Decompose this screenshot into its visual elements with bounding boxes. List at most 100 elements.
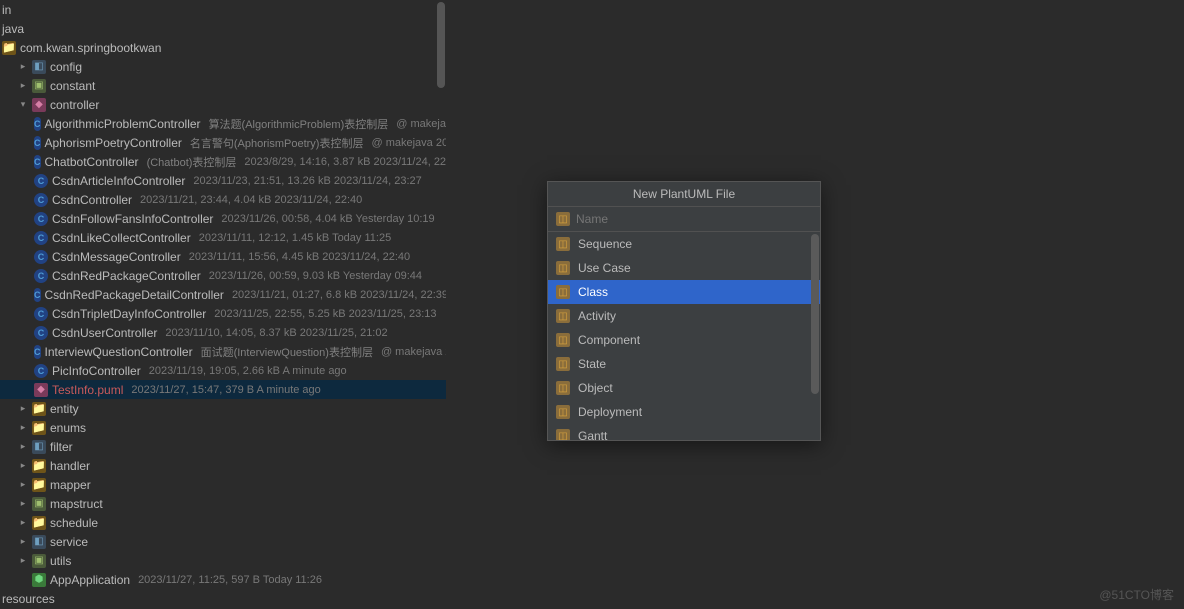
option-label: Activity: [578, 309, 616, 323]
expand-icon[interactable]: [18, 80, 28, 91]
tree-row[interactable]: java: [0, 19, 446, 38]
tree-row[interactable]: in: [0, 0, 446, 19]
springboot-icon: [32, 573, 46, 587]
expand-icon[interactable]: [18, 498, 28, 509]
popup-scrollbar[interactable]: [810, 232, 820, 440]
collapse-icon[interactable]: [18, 99, 28, 110]
expand-icon[interactable]: [18, 479, 28, 490]
type-option-class[interactable]: Class: [548, 280, 820, 304]
tree-row[interactable]: CsdnMessageController2023/11/11, 15:56, …: [0, 247, 446, 266]
type-option-use-case[interactable]: Use Case: [548, 256, 820, 280]
type-option-object[interactable]: Object: [548, 376, 820, 400]
file-meta: 2023/11/19, 19:05, 2.66 kB A minute ago: [149, 365, 347, 377]
tree-row[interactable]: PicInfoController 2023/11/19, 19:05, 2.66…: [0, 361, 446, 380]
file-name: TestInfo.puml: [52, 383, 123, 397]
file-name: CsdnMessageController: [52, 250, 181, 264]
file-icon: [556, 212, 570, 226]
scroll-thumb[interactable]: [437, 2, 445, 88]
type-option-activity[interactable]: Activity: [548, 304, 820, 328]
tree-row[interactable]: config: [0, 57, 446, 76]
expand-icon[interactable]: [18, 460, 28, 471]
package-icon: [32, 60, 46, 74]
tree-row[interactable]: AphorismPoetryController名言警句(AphorismPoe…: [0, 133, 446, 152]
file-name: CsdnFollowFansInfoController: [52, 212, 213, 226]
tree-row[interactable]: enums: [0, 418, 446, 437]
diagram-icon: [556, 309, 570, 323]
tree-row[interactable]: CsdnController2023/11/21, 23:44, 4.04 kB…: [0, 190, 446, 209]
tree-row[interactable]: CsdnUserController2023/11/10, 14:05, 8.3…: [0, 323, 446, 342]
tree-row[interactable]: AppApplication2023/11/27, 11:25, 597 B T…: [0, 570, 446, 589]
type-option-gantt[interactable]: Gantt: [548, 424, 820, 440]
file-name: CsdnLikeCollectController: [52, 231, 191, 245]
tree-row[interactable]: AlgorithmicProblemController算法题(Algorith…: [0, 114, 446, 133]
tree-row[interactable]: mapstruct: [0, 494, 446, 513]
tree-row[interactable]: CsdnTripletDayInfoController2023/11/25, …: [0, 304, 446, 323]
type-option-sequence[interactable]: Sequence: [548, 232, 820, 256]
file-meta: 2023/8/29, 14:16, 3.87 kB 2023/11/24, 22: [244, 156, 446, 168]
tree-row[interactable]: constant: [0, 76, 446, 95]
tree-row[interactable]: ChatbotController(Chatbot)表控制层2023/8/29,…: [0, 152, 446, 171]
tree-row[interactable]: mapper: [0, 475, 446, 494]
tree-row[interactable]: CsdnLikeCollectController2023/11/11, 12:…: [0, 228, 446, 247]
file-meta: 2023/11/26, 00:58, 4.04 kB Yesterday 10:…: [221, 213, 434, 225]
tree-row-controller[interactable]: controller: [0, 95, 446, 114]
file-name: PicInfoController: [52, 364, 141, 378]
type-option-component[interactable]: Component: [548, 328, 820, 352]
tree-row[interactable]: CsdnArticleInfoController2023/11/23, 21:…: [0, 171, 446, 190]
tree-scrollbar[interactable]: [436, 0, 446, 609]
project-tree[interactable]: in java com.kwan.springbootkwan config c…: [0, 0, 446, 609]
name-input[interactable]: [576, 212, 812, 226]
scroll-thumb[interactable]: [811, 234, 819, 394]
file-name: CsdnRedPackageDetailController: [45, 288, 224, 302]
expand-icon[interactable]: [18, 61, 28, 72]
package-icon: [32, 440, 46, 454]
expand-icon[interactable]: [18, 403, 28, 414]
option-label: Sequence: [578, 237, 632, 251]
file-meta: 2023/11/26, 00:59, 9.03 kB Yesterday 09:…: [209, 270, 422, 282]
tree-row[interactable]: schedule: [0, 513, 446, 532]
expand-icon[interactable]: [18, 555, 28, 566]
class-icon: [34, 155, 41, 169]
tree-row[interactable]: entity: [0, 399, 446, 418]
type-option-deployment[interactable]: Deployment: [548, 400, 820, 424]
file-meta: 2023/11/21, 01:27, 6.8 kB 2023/11/24, 22…: [232, 289, 446, 301]
tree-row[interactable]: CsdnRedPackageDetailController 2023/11/21…: [0, 285, 446, 304]
expand-icon[interactable]: [18, 536, 28, 547]
class-icon: [34, 136, 41, 150]
tree-row-selected[interactable]: TestInfo.puml2023/11/27, 15:47, 379 B A …: [0, 380, 446, 399]
expand-icon[interactable]: [18, 422, 28, 433]
file-meta: 2023/11/23, 21:51, 13.26 kB 2023/11/24, …: [193, 175, 421, 187]
diagram-icon: [556, 333, 570, 347]
expand-icon[interactable]: [18, 517, 28, 528]
class-icon: [34, 250, 48, 264]
tree-row[interactable]: com.kwan.springbootkwan: [0, 38, 446, 57]
class-icon: [34, 345, 41, 359]
type-list[interactable]: Sequence Use CaseClass Activity ComponentSt…: [548, 232, 820, 440]
diagram-icon: [556, 357, 570, 371]
label: utils: [50, 554, 71, 568]
class-icon: [34, 117, 41, 131]
tree-row[interactable]: InterviewQuestionController面试题(Interview…: [0, 342, 446, 361]
file-comment: 名言警句(AphorismPoetry)表控制层: [190, 135, 364, 151]
tree-row[interactable]: service: [0, 532, 446, 551]
file-name: AlgorithmicProblemController: [45, 117, 201, 131]
tree-row[interactable]: CsdnFollowFansInfoController 2023/11/26, …: [0, 209, 446, 228]
diagram-icon: [556, 237, 570, 251]
tree-row[interactable]: filter: [0, 437, 446, 456]
tree-row[interactable]: handler: [0, 456, 446, 475]
tree-row[interactable]: resources: [0, 589, 446, 608]
watermark: @51CTO博客: [1099, 586, 1174, 603]
option-label: Deployment: [578, 405, 642, 419]
package-icon: [32, 79, 46, 93]
tree-row[interactable]: CsdnRedPackageController2023/11/26, 00:5…: [0, 266, 446, 285]
expand-icon[interactable]: [18, 441, 28, 452]
file-name: CsdnTripletDayInfoController: [52, 307, 206, 321]
type-option-state[interactable]: State: [548, 352, 820, 376]
popup-title: New PlantUML File: [548, 182, 820, 207]
package-icon: [32, 554, 46, 568]
file-comment: (Chatbot)表控制层: [147, 154, 237, 170]
label: enums: [50, 421, 86, 435]
class-icon: [34, 193, 48, 207]
file-meta: 2023/11/10, 14:05, 8.37 kB 2023/11/25, 2…: [165, 327, 387, 339]
tree-row[interactable]: utils: [0, 551, 446, 570]
